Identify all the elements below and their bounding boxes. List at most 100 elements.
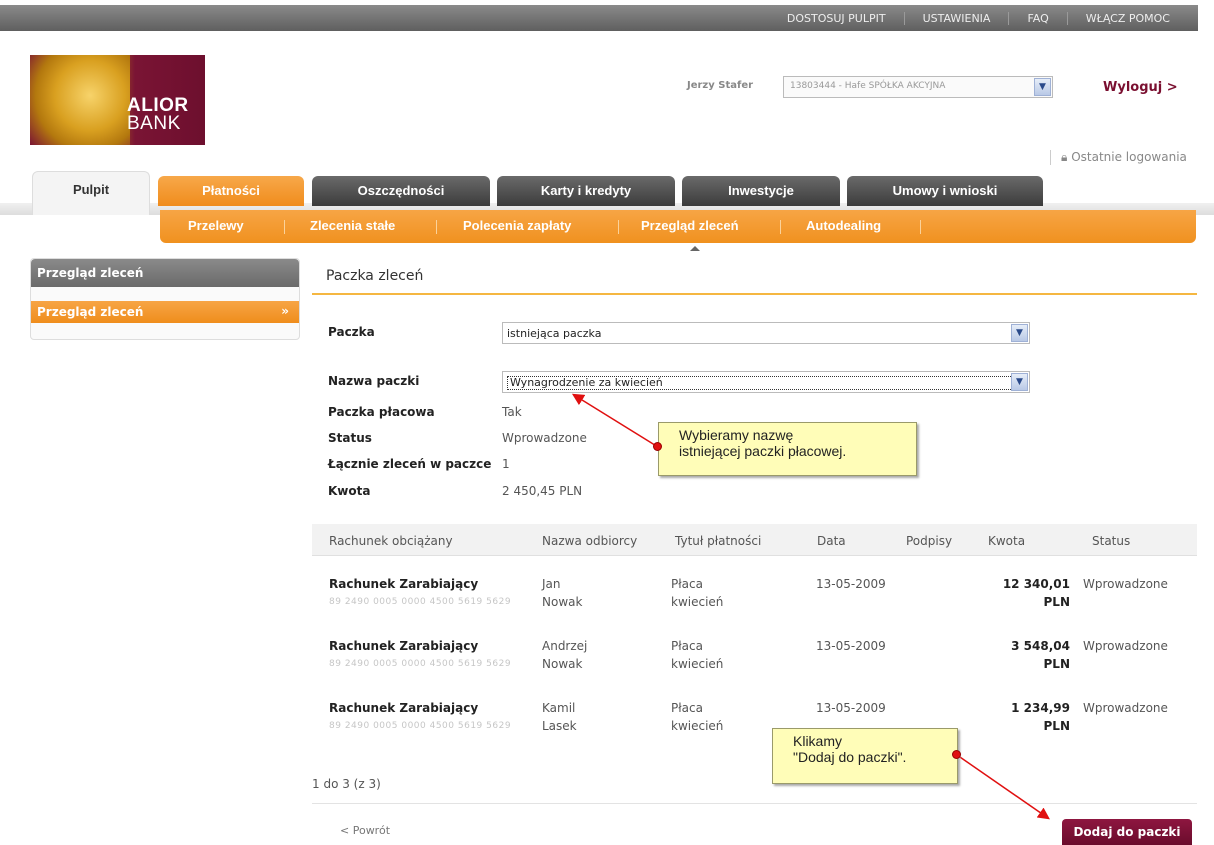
subnav-przelewy[interactable]: Przelewy (188, 218, 244, 233)
customize-dashboard-link[interactable]: DOSTOSUJ PULPIT (769, 12, 904, 25)
chevron-down-icon[interactable]: ▼ (1011, 373, 1028, 391)
payment-amount: 3 548,04 (1011, 639, 1070, 653)
subnav-przeglad-zlecen[interactable]: Przegląd zleceń (641, 218, 739, 233)
tab-oszczednosci[interactable]: Oszczędności (312, 176, 490, 206)
tab-pulpit[interactable]: Pulpit (32, 171, 150, 215)
tab-karty-i-kredyty[interactable]: Karty i kredyty (497, 176, 675, 206)
payment-title-line2: kwiecień (671, 657, 724, 671)
subnav-zlecenia-stale[interactable]: Zlecenia stałe (310, 218, 395, 233)
sidebar-item-przeglad-zlecen[interactable]: Przegląd zleceń » (31, 301, 299, 323)
column-header-account: Rachunek obciążany (329, 534, 453, 548)
column-header-signatures: Podpisy (906, 534, 953, 548)
sub-navigation: Przelewy Zlecenia stałe Polecenia zapłat… (160, 210, 1196, 243)
last-logins-label: Ostatnie logowania (1071, 150, 1187, 164)
pagination-info: 1 do 3 (z 3) (312, 777, 381, 791)
account-name: Rachunek Zarabiający (329, 639, 479, 653)
top-links: DOSTOSUJ PULPIT USTAWIENIA FAQ WŁĄCZ POM… (769, 5, 1188, 31)
back-link-label: Powrót (352, 824, 391, 837)
column-header-title: Tytuł płatności (675, 534, 762, 548)
callout-pointer-dot (653, 442, 662, 451)
status-label: Status (328, 431, 372, 445)
account-number: 89 2490 0005 0000 4500 5619 5629 (329, 597, 512, 607)
amount-label: Kwota (328, 484, 371, 498)
package-name-select[interactable]: Wynagrodzenie za kwiecień ▼ (502, 371, 1030, 393)
account-name: Rachunek Zarabiający (329, 577, 479, 591)
payment-amount: 1 234,99 (1011, 701, 1070, 715)
payment-title-line1: Płaca (671, 701, 703, 715)
payment-date: 13-05-2009 (816, 701, 886, 715)
add-to-package-button[interactable]: Dodaj do paczki (1062, 819, 1192, 845)
account-number: 89 2490 0005 0000 4500 5619 5629 (329, 659, 512, 669)
payment-status: Wprowadzone (1083, 639, 1168, 653)
payment-amount: 12 340,01 (1002, 577, 1070, 591)
orders-count-value: 1 (502, 457, 510, 471)
subnav-divider (284, 220, 285, 234)
callout-arrow-add-button (956, 754, 1050, 820)
logo-text: ALIOR BANK (127, 95, 189, 134)
payment-currency: PLN (1043, 657, 1070, 671)
payment-status: Wprowadzone (1083, 701, 1168, 715)
package-select[interactable]: istniejąca paczka ▼ (502, 322, 1030, 344)
column-header-recipient: Nazwa odbiorcy (542, 534, 638, 548)
column-header-status: Status (1092, 534, 1131, 548)
payment-title-line1: Płaca (671, 639, 703, 653)
logout-link[interactable]: Wyloguj > (1103, 80, 1178, 95)
payment-currency: PLN (1043, 719, 1070, 733)
alior-bank-logo[interactable]: ALIOR BANK (30, 55, 205, 145)
tab-umowy-i-wnioski[interactable]: Umowy i wnioski (847, 176, 1043, 206)
tab-inwestycje[interactable]: Inwestycje (682, 176, 840, 206)
title-divider (312, 293, 1197, 295)
table-row[interactable]: Rachunek Zarabiający 89 2490 0005 0000 4… (312, 638, 1197, 702)
callout-pointer-dot (952, 750, 961, 759)
sidebar-header: Przegląd zleceń (31, 259, 299, 287)
payment-title-line1: Płaca (671, 577, 703, 591)
double-chevron-right-icon: » (281, 304, 289, 318)
sidebar-item-label: Przegląd zleceń (37, 305, 144, 319)
sidebar: Przegląd zleceń Przegląd zleceń » (30, 258, 300, 340)
active-subnav-indicator (690, 246, 700, 251)
column-header-date: Data (817, 534, 846, 548)
tooltip-callout-add-button: Klikamy "Dodaj do paczki". (772, 728, 958, 784)
package-select-value: istniejąca paczka (507, 327, 602, 340)
table-row[interactable]: Rachunek Zarabiający 89 2490 0005 0000 4… (312, 576, 1197, 640)
last-logins-link[interactable]: 🔒︎ Ostatnie logowania (1050, 150, 1187, 165)
orders-table-header: Rachunek obciążany Nazwa odbiorcy Tytuł … (312, 524, 1197, 556)
chevron-down-icon[interactable]: ▼ (1011, 324, 1028, 342)
user-name: Jerzy Stafer (687, 80, 754, 91)
back-link[interactable]: < Powrót (340, 824, 390, 837)
payment-currency: PLN (1043, 595, 1070, 609)
amount-value: 2 450,45 PLN (502, 484, 583, 498)
recipient-first-name: Andrzej (542, 639, 588, 653)
chevron-left-icon: < (340, 824, 350, 837)
account-name: Rachunek Zarabiający (329, 701, 479, 715)
recipient-last-name: Lasek (542, 719, 577, 733)
subnav-divider (618, 220, 619, 234)
package-name-label: Nazwa paczki (328, 374, 420, 388)
table-row[interactable]: Rachunek Zarabiający 89 2490 0005 0000 4… (312, 700, 1197, 764)
chevron-down-icon[interactable]: ▼ (1034, 78, 1051, 96)
enable-help-link[interactable]: WŁĄCZ POMOC (1066, 11, 1188, 25)
subnav-divider (780, 220, 781, 234)
lock-icon: 🔒︎ (1061, 150, 1072, 164)
package-label: Paczka (328, 325, 375, 339)
payment-status: Wprowadzone (1083, 577, 1168, 591)
settings-link[interactable]: USTAWIENIA (903, 11, 1009, 25)
package-name-select-value: Wynagrodzenie za kwiecień (507, 376, 1017, 390)
page-title: Paczka zleceń (326, 268, 424, 284)
account-number: 89 2490 0005 0000 4500 5619 5629 (329, 721, 512, 731)
recipient-last-name: Nowak (542, 657, 583, 671)
recipient-first-name: Jan (542, 577, 561, 591)
account-select[interactable]: 13803444 - Hafe SPÓŁKA AKCYJNA ▼ (783, 76, 1053, 98)
subnav-autodealing[interactable]: Autodealing (806, 218, 881, 233)
subnav-polecenia-zaplaty[interactable]: Polecenia zapłaty (463, 218, 571, 233)
payment-date: 13-05-2009 (816, 639, 886, 653)
payroll-package-value: Tak (502, 405, 522, 419)
payment-date: 13-05-2009 (816, 577, 886, 591)
faq-link[interactable]: FAQ (1008, 11, 1066, 25)
recipient-first-name: Kamil (542, 701, 576, 715)
account-select-value: 13803444 - Hafe SPÓŁKA AKCYJNA (790, 81, 946, 91)
column-header-amount: Kwota (988, 534, 1026, 548)
top-bar: DOSTOSUJ PULPIT USTAWIENIA FAQ WŁĄCZ POM… (0, 5, 1198, 31)
orders-count-label: Łącznie zleceń w paczce (328, 457, 492, 471)
tab-platnosci[interactable]: Płatności (158, 176, 304, 206)
